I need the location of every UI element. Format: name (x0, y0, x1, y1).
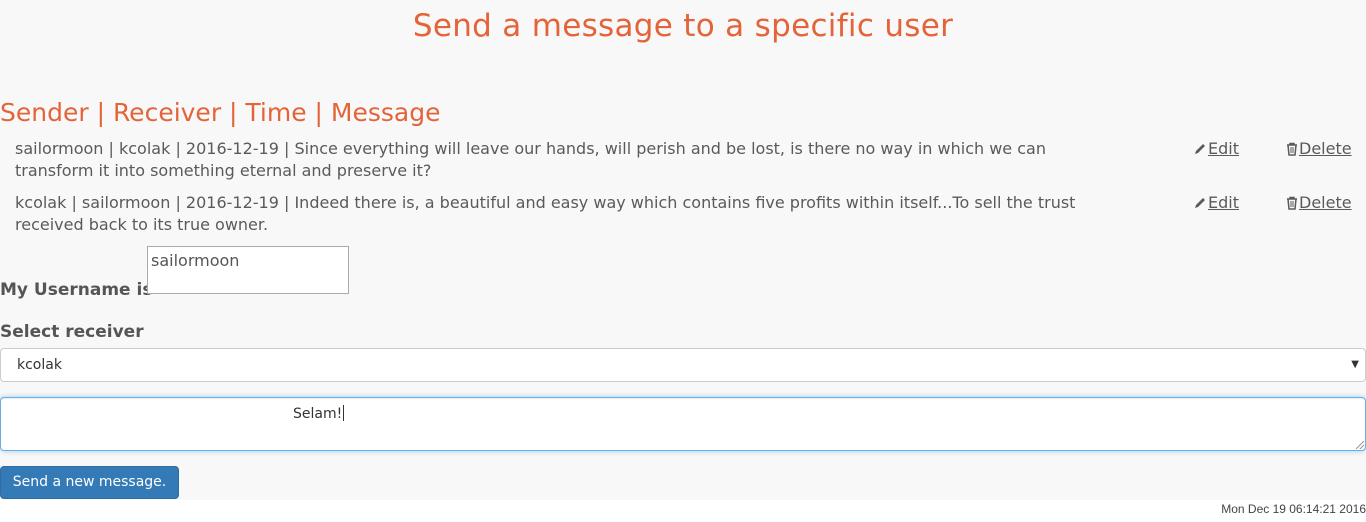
resize-handle[interactable] (1356, 441, 1364, 449)
delete-label: Delete (1299, 139, 1352, 158)
receiver-label: Select receiver (0, 322, 144, 342)
username-label: My Username is (0, 280, 153, 300)
edit-label: Edit (1208, 139, 1239, 158)
timestamp: Mon Dec 19 06:14:21 2016 (1221, 502, 1366, 516)
caret-down-icon: ▼ (1351, 359, 1359, 370)
username-input[interactable]: sailormoon (147, 246, 349, 294)
delete-label: Delete (1299, 193, 1352, 212)
messages-heading: Sender | Receiver | Time | Message (0, 98, 441, 127)
edit-label: Edit (1208, 193, 1239, 212)
page-title: Send a message to a specific user (412, 8, 954, 44)
message-text: sailormoon | kcolak | 2016-12-19 | Since… (15, 139, 1046, 180)
message-input[interactable]: Selam! (0, 397, 1366, 451)
message-input-value: Selam! (293, 406, 343, 422)
pencil-icon (1195, 198, 1205, 208)
pencil-icon (1195, 144, 1205, 154)
edit-link[interactable]: Edit (1193, 192, 1239, 214)
text-caret (343, 405, 345, 421)
trash-icon (1287, 196, 1297, 210)
trash-icon (1287, 142, 1297, 156)
delete-link[interactable]: Delete (1286, 192, 1352, 214)
delete-link[interactable]: Delete (1286, 138, 1352, 160)
message-text: kcolak | sailormoon | 2016-12-19 | Indee… (15, 193, 1076, 234)
edit-link[interactable]: Edit (1193, 138, 1239, 160)
receiver-selected-value: kcolak (17, 357, 62, 373)
send-message-button[interactable]: Send a new message. (0, 466, 179, 499)
receiver-select[interactable]: kcolak ▼ (0, 348, 1366, 382)
page: Send a message to a specific user Sender… (0, 0, 1366, 500)
